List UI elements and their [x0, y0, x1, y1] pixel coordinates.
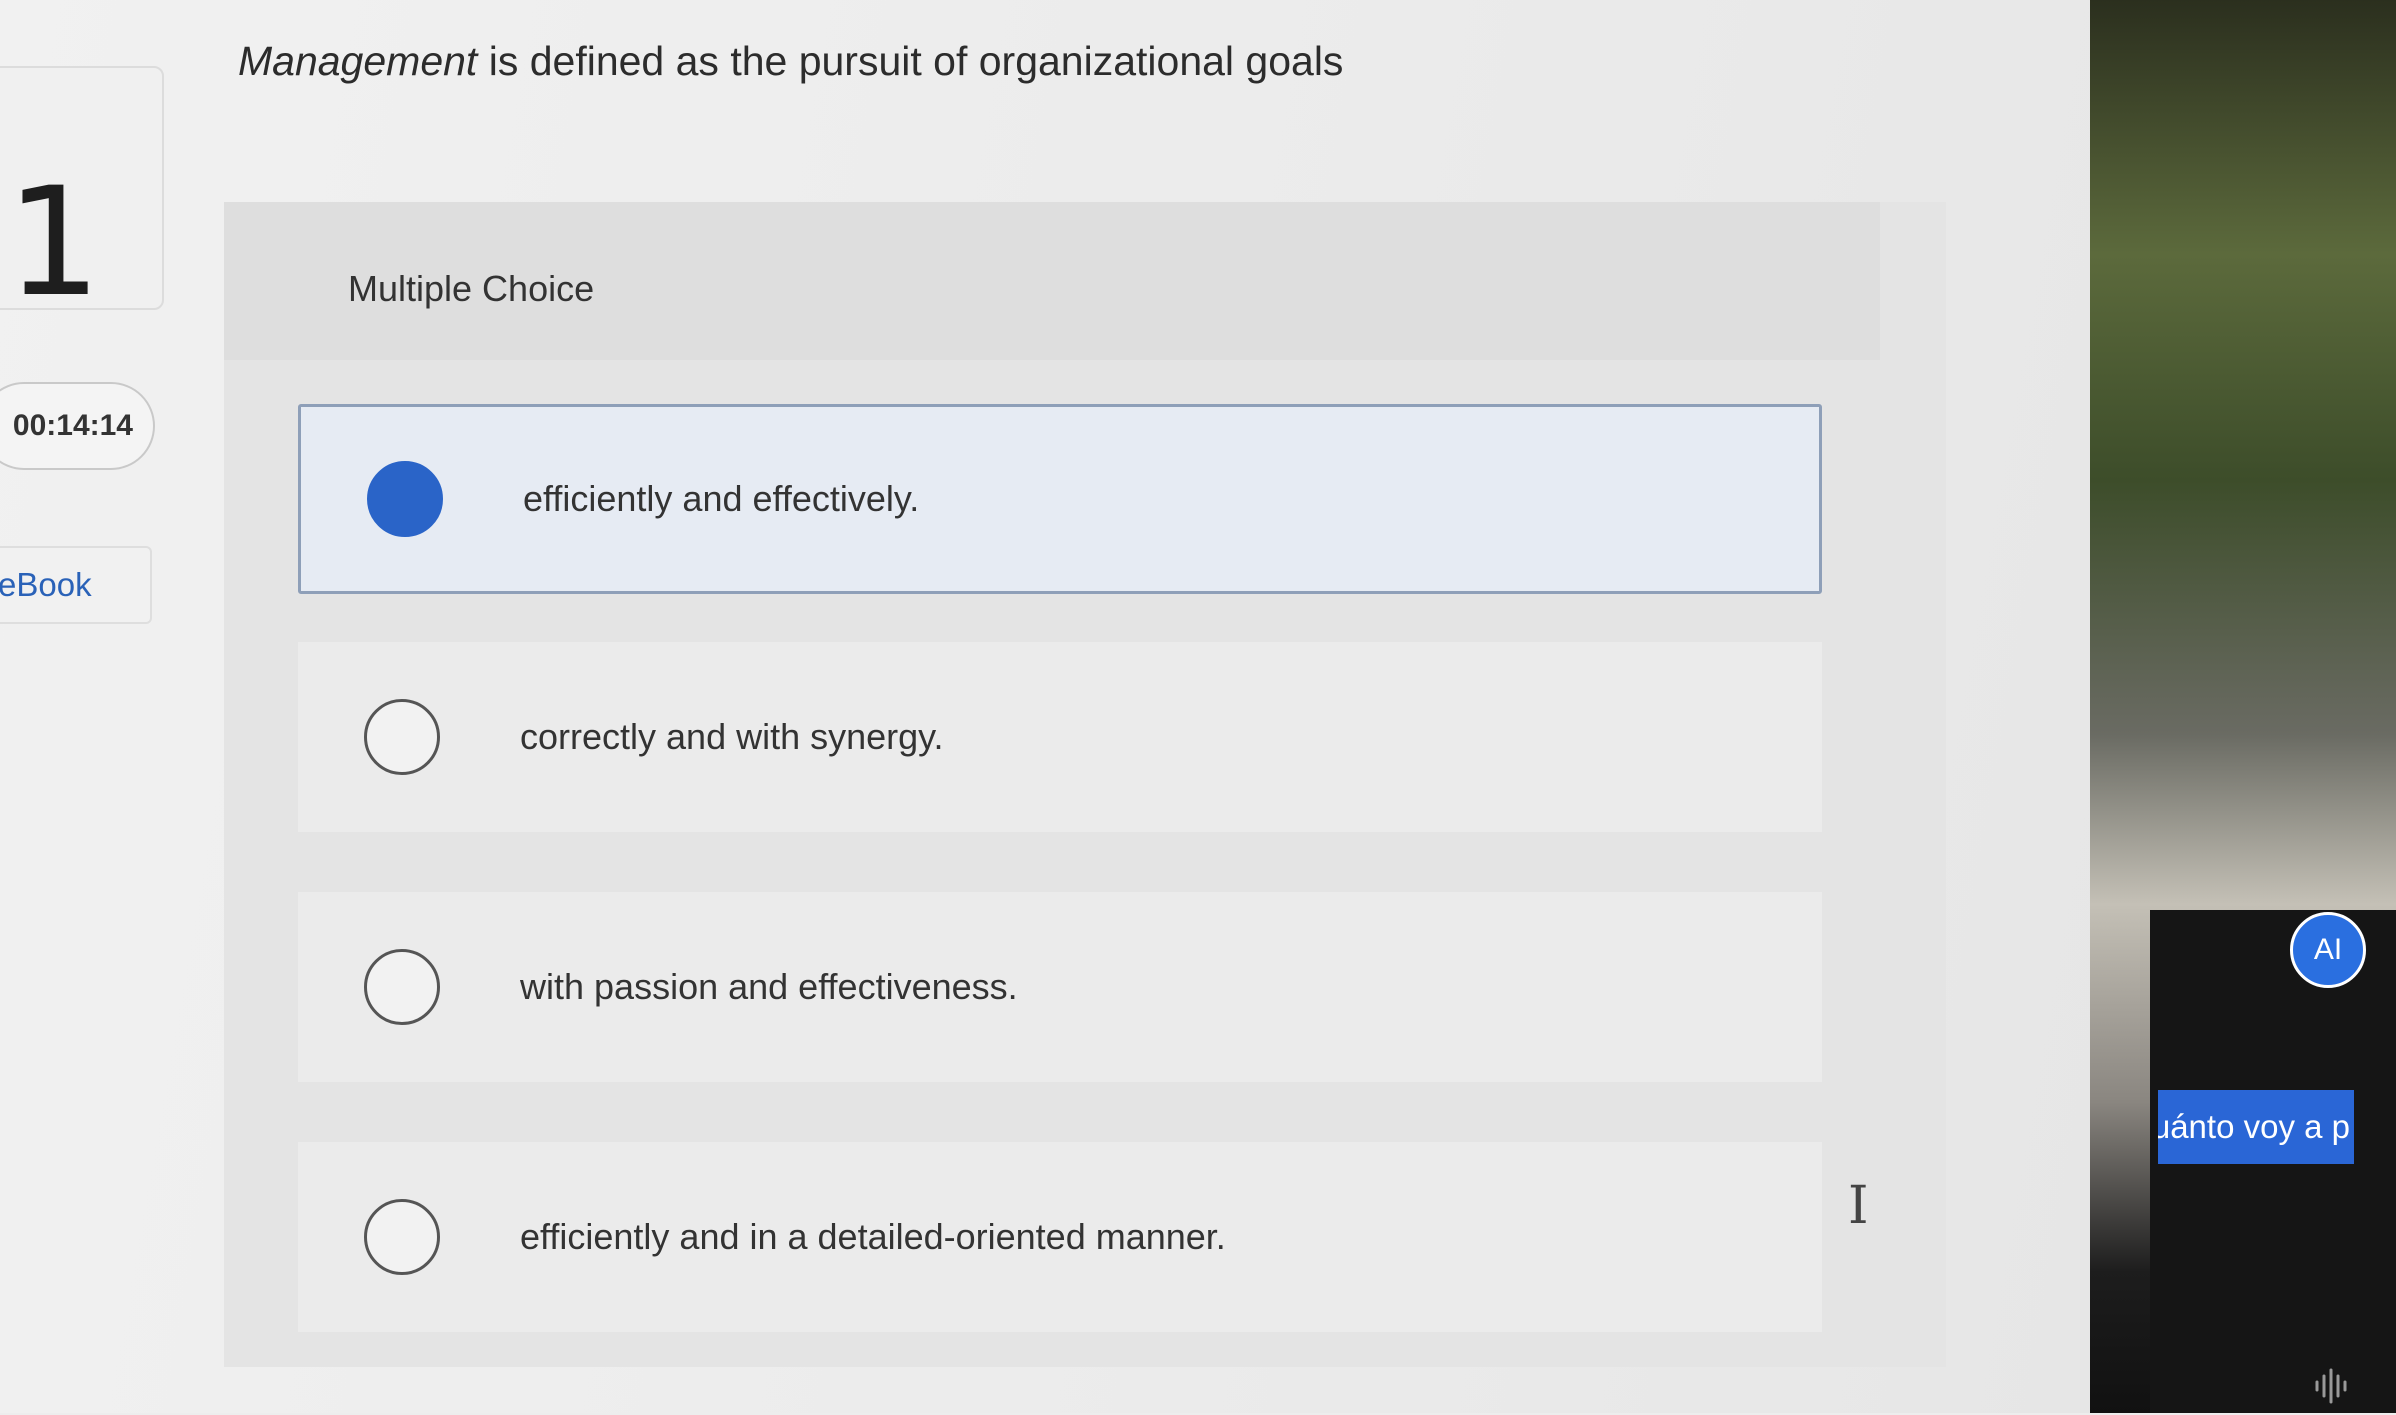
ebook-button[interactable]: eBook [0, 546, 152, 624]
choice-header-label: Multiple Choice [348, 268, 595, 309]
timer: 00:14:14 [0, 382, 155, 470]
question-text: Management is defined as the pursuit of … [238, 38, 1343, 85]
audio-waveform-icon[interactable] [2312, 1366, 2352, 1415]
question-body: is defined as the pursuit of organizatio… [477, 38, 1344, 84]
text-cursor-icon: I [1848, 1176, 1869, 1236]
radio-button[interactable] [364, 699, 440, 775]
answer-option-label: efficiently and effectively. [523, 478, 920, 519]
answer-option[interactable]: correctly and with synergy. [298, 642, 1822, 832]
caption-bubble: uánto voy a p [2158, 1090, 2354, 1164]
choice-header: Multiple Choice [224, 202, 1880, 360]
ai-avatar[interactable]: AI [2290, 912, 2366, 988]
question-number-box: 1 [0, 66, 164, 318]
answer-option-label: correctly and with synergy. [520, 716, 944, 757]
question-number: 1 [6, 156, 102, 330]
radio-button[interactable] [364, 1199, 440, 1275]
answer-option[interactable]: efficiently and effectively. [298, 404, 1822, 594]
multiple-choice-panel: Multiple Choice efficiently and effectiv… [224, 202, 1946, 1367]
quiz-page: 1 00:14:14 eBook Management is defined a… [0, 0, 2120, 1413]
radio-button[interactable] [364, 949, 440, 1025]
answer-option[interactable]: with passion and effectiveness. [298, 892, 1822, 1082]
answer-option-label: efficiently and in a detailed-oriented m… [520, 1216, 1226, 1257]
question-sidebar: 1 00:14:14 eBook [0, 0, 200, 1413]
answer-option-label: with passion and effectiveness. [520, 966, 1018, 1007]
radio-button-selected[interactable] [367, 461, 443, 537]
answer-option[interactable]: efficiently and in a detailed-oriented m… [298, 1142, 1822, 1332]
question-term: Management [238, 38, 478, 84]
